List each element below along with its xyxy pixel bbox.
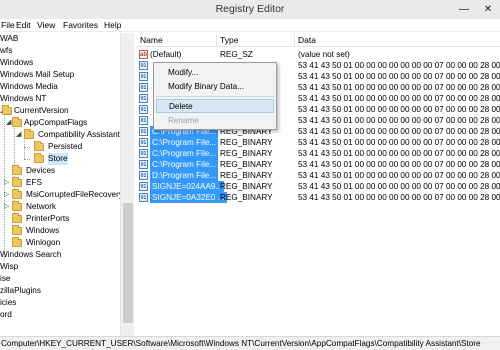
tree-connector: [24, 159, 30, 160]
binary-value-icon: 01: [139, 149, 148, 158]
modify-menu-item[interactable]: Modify...: [156, 66, 274, 80]
binary-value-icon: 01: [139, 127, 148, 136]
tree-item-compatibility-assistant[interactable]: ◢ Compatibility Assistant: [0, 129, 120, 141]
binary-value-icon: 01: [139, 138, 148, 147]
menu-help[interactable]: Help: [104, 20, 121, 30]
expanded-chevron-icon[interactable]: ◢: [6, 117, 11, 129]
column-divider[interactable]: [294, 33, 295, 47]
menu-view[interactable]: View: [37, 20, 55, 30]
tree-scrollbar[interactable]: [120, 33, 134, 336]
folder-open-icon: [2, 105, 12, 115]
folder-icon: [34, 153, 44, 163]
context-menu: Modify... Modify Binary Data... Delete R…: [153, 62, 277, 130]
expanded-chevron-icon[interactable]: ◢: [16, 129, 21, 141]
column-divider[interactable]: [216, 33, 217, 47]
value-row[interactable]: 01 D:\Program File... REG_BINARY 53 41 4…: [136, 170, 500, 181]
window-title: Registry Editor: [215, 3, 285, 15]
status-bar-path: Computer\HKEY_CURRENT_USER\Software\Micr…: [0, 336, 500, 350]
tree-item-currentversion[interactable]: ◢ CurrentVersion: [0, 105, 120, 117]
column-header-type[interactable]: Type: [220, 35, 238, 45]
menu-bar: File Edit View Favorites Help: [0, 19, 500, 32]
string-value-icon: ab: [139, 50, 148, 59]
binary-value-icon: 01: [139, 171, 148, 180]
binary-value-icon: 01: [139, 193, 148, 202]
value-row[interactable]: 01 SIGNJE=0A32E0 ... REG_BINARY 53 41 43…: [136, 192, 500, 203]
binary-value-icon: 01: [139, 94, 148, 103]
tree-connector: [24, 147, 30, 148]
delete-menu-item[interactable]: Delete: [156, 99, 274, 113]
binary-value-icon: 01: [139, 182, 148, 191]
folder-icon: [34, 141, 44, 151]
column-header-name[interactable]: Name: [140, 35, 163, 45]
menu-edit[interactable]: Edit: [16, 20, 31, 30]
binary-value-icon: 01: [139, 61, 148, 70]
rename-menu-item[interactable]: Rename: [156, 114, 274, 128]
menu-favorites[interactable]: Favorites: [63, 20, 98, 30]
modify-binary-menu-item[interactable]: Modify Binary Data...: [156, 80, 274, 94]
binary-value-icon: 01: [139, 116, 148, 125]
binary-value-icon: 01: [139, 160, 148, 169]
close-button[interactable]: ✕: [476, 0, 500, 19]
binary-value-icon: 01: [139, 105, 148, 114]
binary-value-icon: 01: [139, 83, 148, 92]
collapsed-chevron-icon[interactable]: ▷: [4, 177, 9, 189]
folder-icon: [12, 213, 22, 223]
folder-icon: [12, 225, 22, 235]
menu-file[interactable]: File: [1, 20, 15, 30]
value-row[interactable]: 01 SIGNJE=024AA9... REG_BINARY 53 41 43 …: [136, 181, 500, 192]
folder-icon: [12, 177, 22, 187]
list-header: Name Type Data: [136, 33, 500, 47]
folder-icon: [12, 201, 22, 211]
folder-icon: [12, 189, 22, 199]
folder-icon: [12, 165, 22, 175]
registry-tree[interactable]: WAB wfs Windows Windows Mail Setup Windo…: [0, 33, 120, 336]
value-row[interactable]: 01 C:\Program File... REG_BINARY 53 41 4…: [136, 148, 500, 159]
tree-item-appcompatflags[interactable]: ◢ AppCompatFlags: [0, 117, 120, 129]
folder-open-icon: [12, 117, 22, 127]
binary-value-icon: 01: [139, 72, 148, 81]
value-row[interactable]: 01 C:\Program File... REG_BINARY 53 41 4…: [136, 137, 500, 148]
collapsed-chevron-icon[interactable]: ▷: [4, 189, 9, 201]
scrollbar-thumb[interactable]: [123, 203, 133, 323]
column-header-data[interactable]: Data: [298, 35, 316, 45]
collapsed-chevron-icon[interactable]: ▷: [4, 201, 9, 213]
title-bar[interactable]: Registry Editor — ✕: [0, 0, 500, 19]
value-row[interactable]: 01 C:\Program File... REG_BINARY 53 41 4…: [136, 159, 500, 170]
folder-open-icon: [24, 129, 34, 139]
value-row[interactable]: ab (Default) REG_SZ (value not set): [136, 49, 500, 60]
minimize-button[interactable]: —: [451, 0, 477, 19]
menu-separator: [156, 96, 274, 97]
folder-icon: [12, 237, 22, 247]
